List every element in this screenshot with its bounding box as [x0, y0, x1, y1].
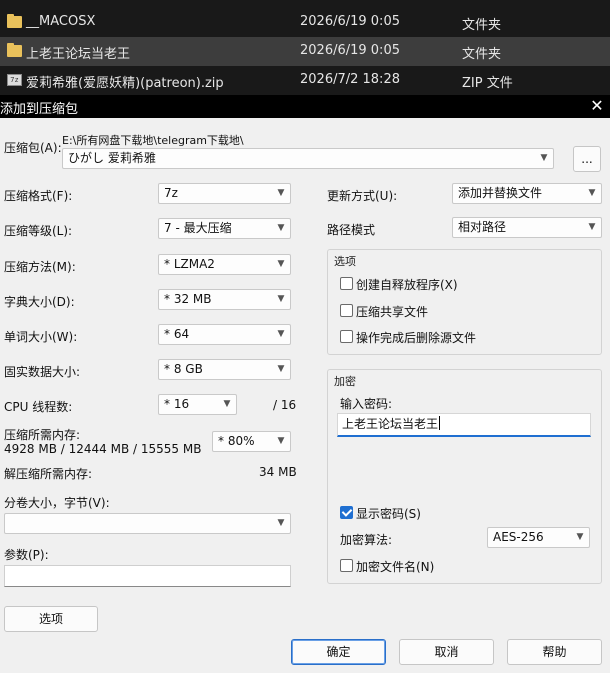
file-name: 爱莉希雅(爱愿妖精)(patreon).zip: [26, 76, 224, 91]
sfx-checkbox[interactable]: [340, 277, 353, 290]
format-label: 压缩格式(F):: [4, 189, 73, 203]
text-cursor: [439, 416, 441, 430]
options-group-title: 选项: [334, 253, 356, 269]
file-date: 2026/6/19 0:05: [300, 14, 400, 29]
level-combo[interactable]: 7 - 最大压缩 ▼: [158, 218, 291, 239]
method-label: 压缩方法(M):: [4, 260, 76, 274]
password-label: 输入密码:: [340, 397, 393, 411]
params-label: 参数(P):: [4, 548, 49, 562]
archive-name-value: ひがし 爱莉希雅: [68, 151, 156, 165]
solid-value: * 8 GB: [164, 362, 203, 376]
password-value: 上老王论坛当老王: [342, 417, 439, 431]
chevron-down-icon[interactable]: ▼: [276, 325, 286, 344]
chevron-down-icon[interactable]: ▼: [276, 514, 286, 533]
encryption-group-title: 加密: [334, 373, 356, 389]
file-row-zip[interactable]: 7z 爱莉希雅(爱愿妖精)(patreon).zip 2026/7/2 18:2…: [0, 66, 610, 95]
params-input[interactable]: [4, 565, 291, 587]
file-row-macosx[interactable]: __MACOSX 2026/6/19 0:05 文件夹: [0, 8, 610, 37]
file-date: 2026/6/19 0:05: [300, 43, 400, 58]
decompress-memory-label: 解压缩所需内存:: [4, 467, 93, 481]
chevron-down-icon[interactable]: ▼: [276, 184, 286, 203]
shared-label: 压缩共享文件: [356, 305, 429, 319]
close-icon[interactable]: ✕: [584, 95, 610, 118]
file-row-folder-selected[interactable]: 上老王论坛当老王 2026/6/19 0:05 文件夹: [0, 37, 610, 66]
encryption-method-label: 加密算法:: [340, 533, 393, 547]
dict-label: 字典大小(D):: [4, 295, 75, 309]
encrypt-names-checkbox[interactable]: [340, 559, 353, 572]
method-combo[interactable]: * LZMA2 ▼: [158, 254, 291, 275]
folder-icon: [7, 43, 22, 57]
path-mode-value: 相对路径: [458, 220, 507, 234]
chevron-down-icon[interactable]: ▼: [587, 218, 597, 237]
sfx-label: 创建自释放程序(X): [356, 278, 458, 292]
chevron-down-icon[interactable]: ▼: [276, 290, 286, 309]
chevron-down-icon[interactable]: ▼: [587, 184, 597, 203]
cpu-value: * 16: [164, 397, 190, 411]
file-type: 文件夹: [462, 47, 502, 62]
chevron-down-icon[interactable]: ▼: [276, 360, 286, 379]
chevron-down-icon[interactable]: ▼: [276, 255, 286, 274]
split-label: 分卷大小，字节(V):: [4, 496, 110, 510]
chevron-down-icon[interactable]: ▼: [539, 149, 549, 168]
file-name: __MACOSX: [26, 14, 96, 29]
encryption-method-value: AES-256: [493, 530, 544, 544]
word-label: 单词大小(W):: [4, 330, 78, 344]
ok-button[interactable]: 确定: [291, 639, 386, 665]
show-password-label: 显示密码(S): [356, 507, 421, 521]
dict-value: * 32 MB: [164, 292, 212, 306]
dialog-titlebar: 添加到压缩包 ✕: [0, 95, 610, 118]
encryption-method-combo[interactable]: AES-256 ▼: [487, 527, 590, 548]
cancel-button[interactable]: 取消: [399, 639, 494, 665]
file-type: 文件夹: [462, 18, 502, 33]
chevron-down-icon[interactable]: ▼: [276, 432, 286, 451]
word-value: * 64: [164, 327, 190, 341]
chevron-down-icon[interactable]: ▼: [575, 528, 585, 547]
archive-path: E:\所有网盘下载地\telegram下载地\: [62, 134, 244, 147]
zip-file-icon: 7z: [7, 74, 22, 86]
delete-source-checkbox[interactable]: [340, 330, 353, 343]
word-combo[interactable]: * 64 ▼: [158, 324, 291, 345]
path-mode-combo[interactable]: 相对路径 ▼: [452, 217, 602, 238]
update-label: 更新方式(U):: [327, 189, 398, 203]
show-password-checkbox[interactable]: [340, 506, 353, 519]
chevron-down-icon[interactable]: ▼: [276, 219, 286, 238]
file-name: 上老王论坛当老王: [26, 47, 131, 62]
update-value: 添加并替换文件: [458, 186, 543, 200]
solid-combo[interactable]: * 8 GB ▼: [158, 359, 291, 380]
path-mode-label: 路径模式: [327, 223, 376, 237]
method-value: * LZMA2: [164, 257, 215, 271]
cpu-total: / 16: [273, 398, 297, 412]
help-button[interactable]: 帮助: [507, 639, 602, 665]
solid-label: 固实数据大小:: [4, 365, 81, 379]
delete-source-label: 操作完成后删除源文件: [356, 331, 477, 345]
cpu-label: CPU 线程数:: [4, 400, 73, 414]
encrypt-names-label: 加密文件名(N): [356, 560, 435, 574]
archive-label: 压缩包(A):: [4, 141, 62, 155]
cpu-combo[interactable]: * 16 ▼: [158, 394, 237, 415]
browse-button[interactable]: ...: [573, 146, 601, 172]
format-combo[interactable]: 7z ▼: [158, 183, 291, 204]
archive-name-combo[interactable]: ひがし 爱莉希雅 ▼: [62, 148, 554, 169]
format-value: 7z: [164, 186, 178, 200]
chevron-down-icon[interactable]: ▼: [222, 395, 232, 414]
split-combo[interactable]: ▼: [4, 513, 291, 534]
options-button[interactable]: 选项: [4, 606, 98, 632]
decompress-memory-value: 34 MB: [259, 465, 297, 479]
shared-checkbox[interactable]: [340, 304, 353, 317]
memory-info: 4928 MB / 12444 MB / 15555 MB: [4, 442, 202, 456]
file-list: __MACOSX 2026/6/19 0:05 文件夹 上老王论坛当老王 202…: [0, 0, 610, 95]
level-value: 7 - 最大压缩: [164, 221, 232, 235]
memory-combo[interactable]: * 80% ▼: [212, 431, 291, 452]
memory-value: * 80%: [218, 434, 255, 448]
file-type: ZIP 文件: [462, 76, 513, 91]
password-input[interactable]: 上老王论坛当老王: [337, 413, 591, 437]
update-combo[interactable]: 添加并替换文件 ▼: [452, 183, 602, 204]
level-label: 压缩等级(L):: [4, 224, 73, 238]
memory-label: 压缩所需内存:: [4, 428, 81, 442]
dict-combo[interactable]: * 32 MB ▼: [158, 289, 291, 310]
folder-icon: [7, 14, 22, 28]
file-date: 2026/7/2 18:28: [300, 72, 400, 87]
dialog-title: 添加到压缩包: [0, 102, 79, 117]
